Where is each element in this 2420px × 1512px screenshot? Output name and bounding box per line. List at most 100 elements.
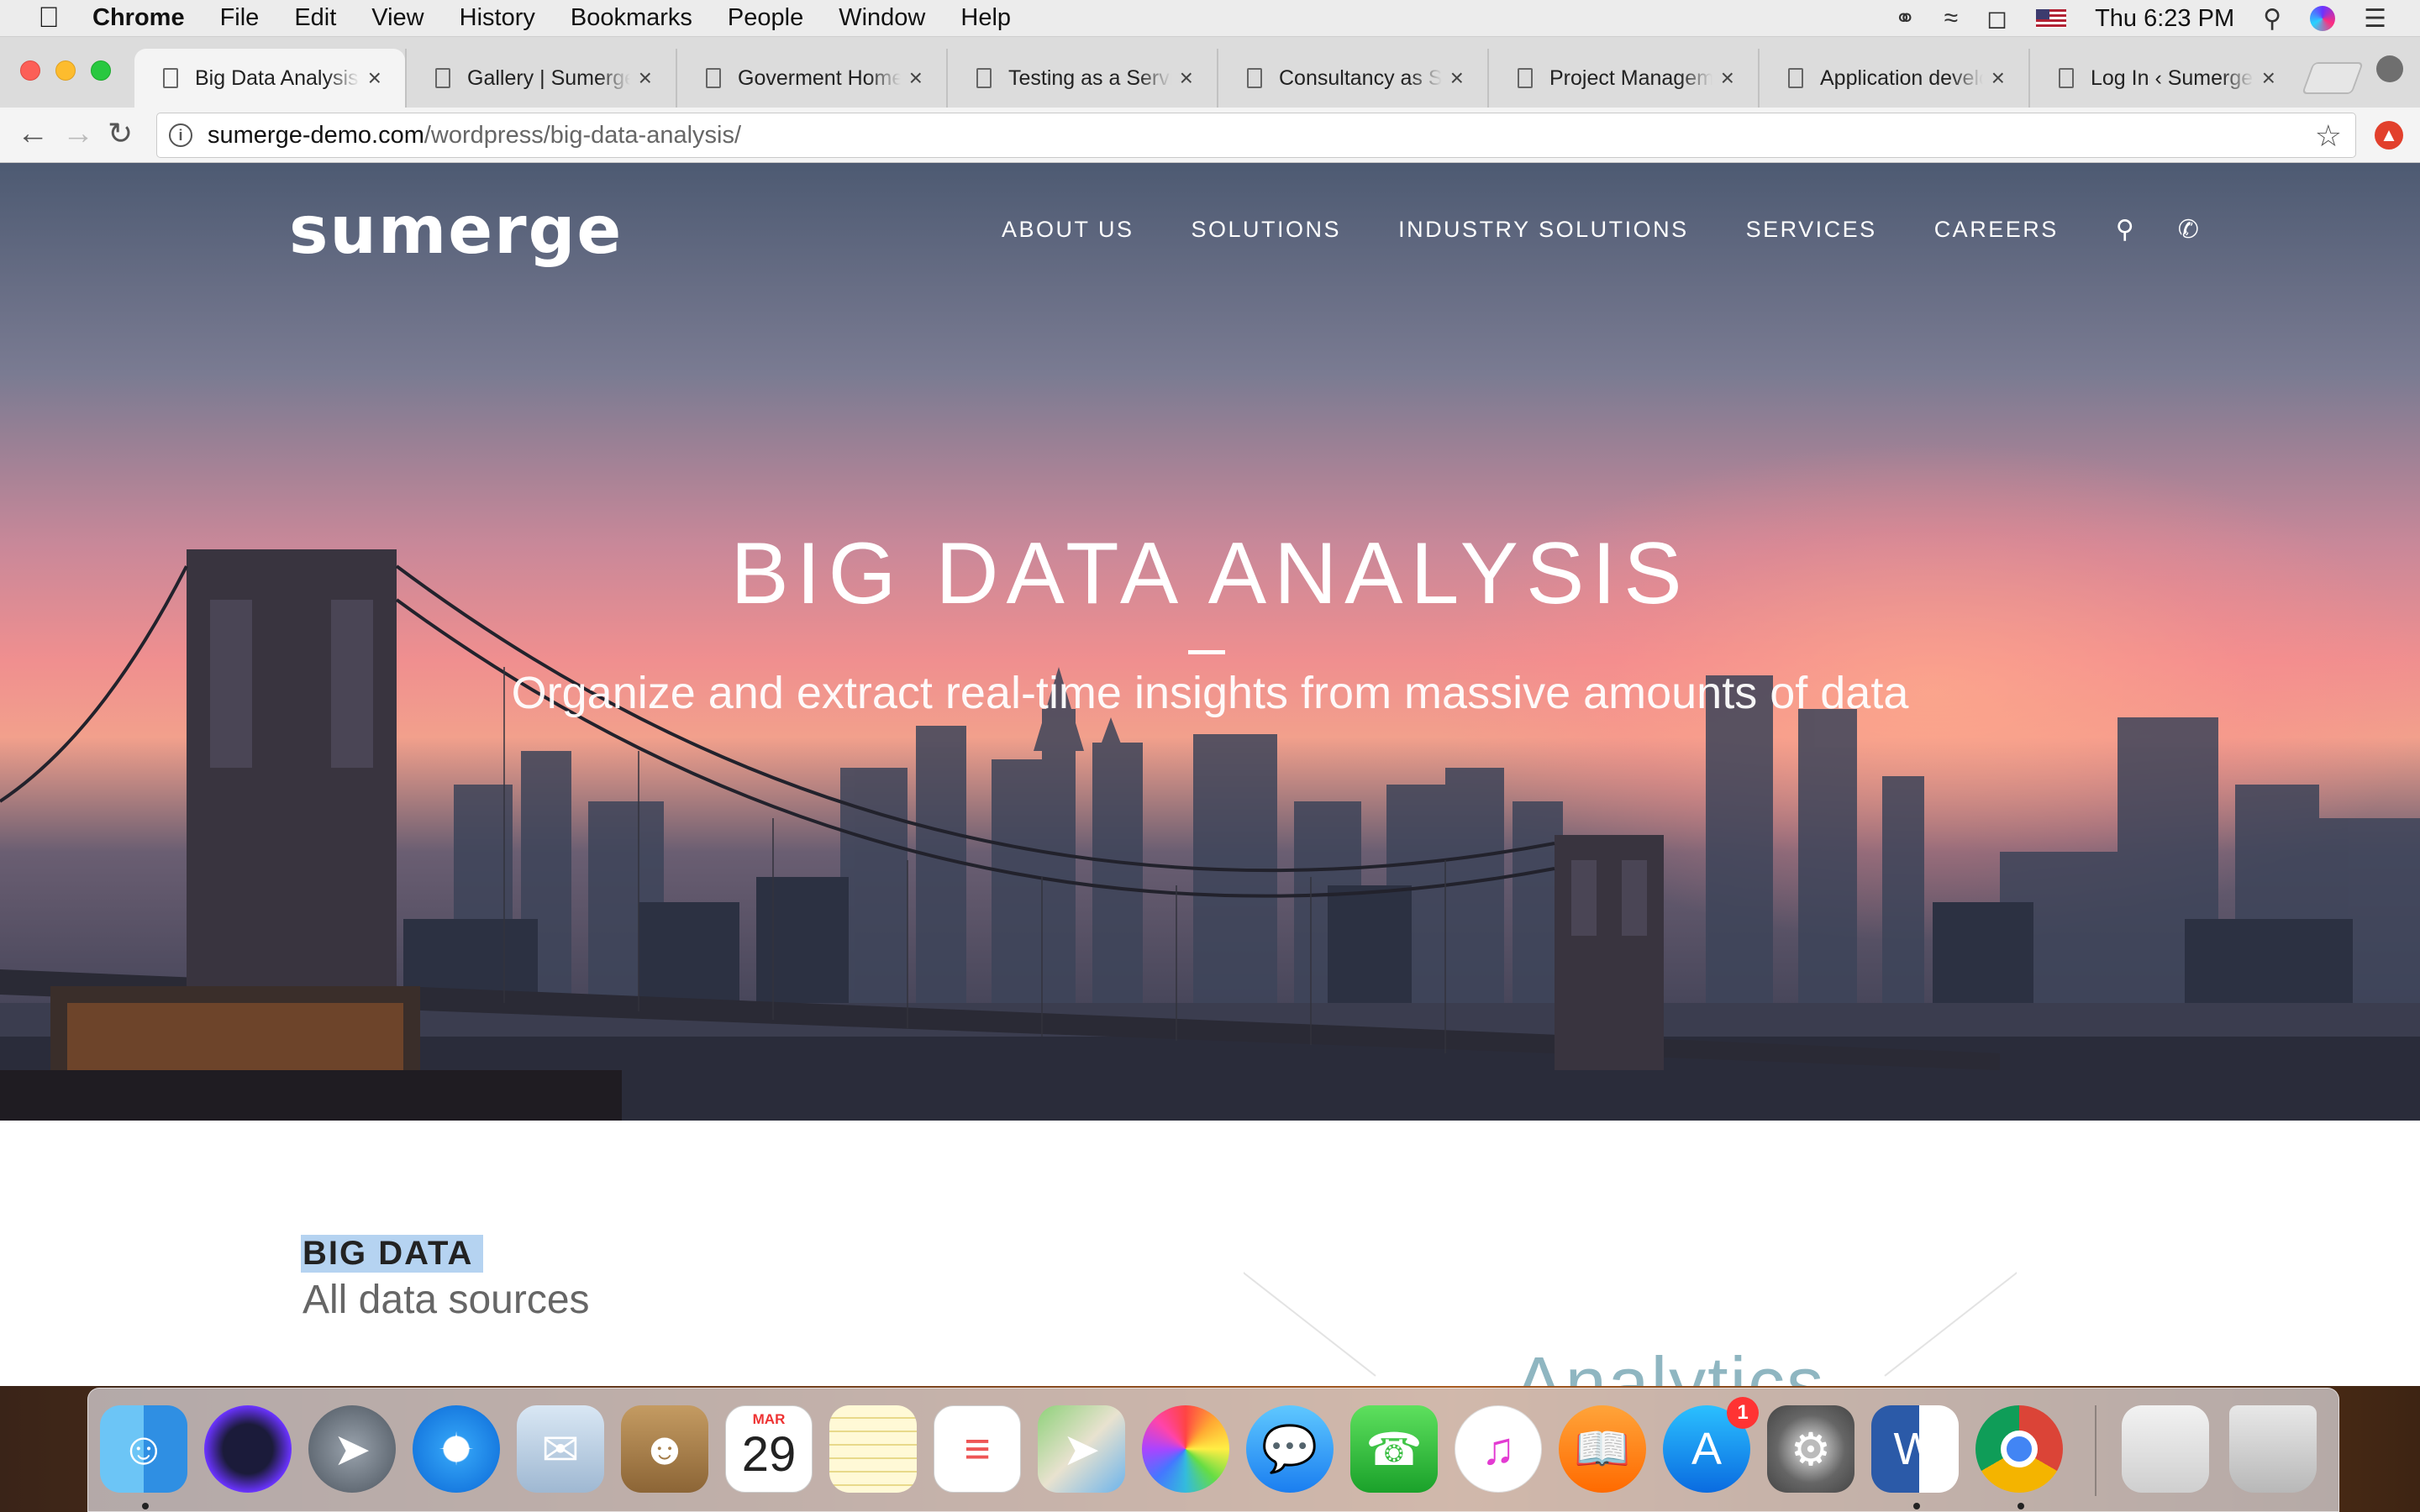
menu-people[interactable]: People xyxy=(728,4,803,32)
nav-careers[interactable]: CAREERS xyxy=(1934,217,2059,243)
zoom-window-button[interactable] xyxy=(91,60,111,81)
page-icon xyxy=(2059,68,2074,88)
clock[interactable]: Thu 6:23 PM xyxy=(2095,5,2234,33)
battery-icon[interactable]: ◻ xyxy=(1986,4,2007,34)
nav-services[interactable]: SERVICES xyxy=(1746,217,1877,243)
menu-file[interactable]: File xyxy=(220,4,260,32)
google-chrome-icon[interactable] xyxy=(1975,1405,2063,1493)
nav-solutions[interactable]: SOLUTIONS xyxy=(1192,217,1342,243)
new-tab-button[interactable] xyxy=(2302,62,2364,94)
page-icon xyxy=(435,68,450,88)
creative-cloud-icon[interactable]: ⚭ xyxy=(1895,4,1916,34)
tab-gallery[interactable]: Gallery | Sumerge × xyxy=(405,49,676,108)
window-controls xyxy=(20,60,111,81)
close-tab-icon[interactable]: × xyxy=(368,65,381,92)
search-icon[interactable]: ⚲ xyxy=(2116,215,2134,244)
page-icon xyxy=(1788,68,1803,88)
safari-icon[interactable]: ✦ xyxy=(413,1405,500,1493)
photos-icon[interactable] xyxy=(1142,1405,1229,1493)
messages-icon[interactable]: 💬 xyxy=(1246,1405,1334,1493)
tab-goverment-home[interactable]: Goverment Home | Sumerge × xyxy=(676,49,946,108)
hero-divider xyxy=(1188,650,1225,654)
launchpad-icon[interactable]: ➤ xyxy=(308,1405,396,1493)
calendar-day: 29 xyxy=(741,1427,797,1482)
mail-icon[interactable]: ✉ xyxy=(517,1405,604,1493)
url-domain: sumerge-demo.com xyxy=(208,121,424,149)
menu-bar:  Chrome File Edit View History Bookmark… xyxy=(0,0,2420,37)
back-arrow-icon[interactable]: ← xyxy=(17,116,49,152)
app-store-badge: 1 xyxy=(1727,1397,1759,1429)
nav-industry-solutions[interactable]: INDUSTRY SOLUTIONS xyxy=(1398,217,1689,243)
hero-subtitle: Organize and extract real-time insights … xyxy=(511,668,1909,718)
system-preferences-icon[interactable]: ⚙ xyxy=(1767,1405,1854,1493)
close-tab-icon[interactable]: × xyxy=(1180,65,1193,92)
close-tab-icon[interactable]: × xyxy=(639,65,652,92)
siri-icon[interactable] xyxy=(2310,6,2336,31)
notification-center-icon[interactable]: ☰ xyxy=(2364,4,2386,34)
profile-avatar-icon[interactable] xyxy=(2376,55,2403,82)
url-path: /wordpress/big-data-analysis/ xyxy=(424,121,742,149)
notes-icon[interactable] xyxy=(829,1405,917,1493)
facetime-icon[interactable]: ☎ xyxy=(1350,1405,1438,1493)
contacts-icon[interactable]: ☻ xyxy=(621,1405,708,1493)
menu-bookmarks[interactable]: Bookmarks xyxy=(571,4,692,32)
close-window-button[interactable] xyxy=(20,60,40,81)
reminders-icon[interactable]: ≡ xyxy=(934,1405,1021,1493)
site-nav: ABOUT US SOLUTIONS INDUSTRY SOLUTIONS SE… xyxy=(1002,215,2243,244)
tab-project-management[interactable]: Project Management | Sumerge × xyxy=(1487,49,1758,108)
wifi-icon[interactable]: ≈ xyxy=(1944,4,1958,33)
calendar-icon[interactable]: MAR 29 xyxy=(725,1405,813,1493)
tab-strip: Big Data Analysis | Sumerge × Gallery | … xyxy=(0,37,2420,108)
close-tab-icon[interactable]: × xyxy=(1721,65,1734,92)
graphic-line xyxy=(1244,1272,1376,1377)
dock-separator xyxy=(2095,1405,2096,1496)
trash-icon[interactable] xyxy=(2229,1405,2317,1493)
apple-menu-icon[interactable]:  xyxy=(32,2,66,34)
close-tab-icon[interactable]: × xyxy=(1991,65,2005,92)
maps-icon[interactable]: ➤ xyxy=(1038,1405,1125,1493)
menu-window[interactable]: Window xyxy=(839,4,925,32)
tab-log-in[interactable]: Log In ‹ Sumerge — WordPress × xyxy=(2028,49,2299,108)
page-icon xyxy=(1247,68,1262,88)
extension-icon[interactable]: ▲ xyxy=(2375,121,2403,150)
calendar-month: MAR xyxy=(752,1411,786,1427)
finder-icon[interactable]: ☺ xyxy=(100,1405,187,1493)
section-subheading: All data sources xyxy=(302,1278,590,1322)
forward-arrow-icon[interactable]: → xyxy=(62,116,94,152)
close-tab-icon[interactable]: × xyxy=(909,65,923,92)
menu-history[interactable]: History xyxy=(460,4,535,32)
page-icon xyxy=(163,68,178,88)
close-tab-icon[interactable]: × xyxy=(1450,65,1464,92)
menu-app-chrome[interactable]: Chrome xyxy=(92,4,185,32)
menu-view[interactable]: View xyxy=(371,4,424,32)
minimize-window-button[interactable] xyxy=(55,60,76,81)
spotlight-search-icon[interactable]: ⚲ xyxy=(2263,4,2281,34)
downloads-stack-icon[interactable] xyxy=(2122,1405,2209,1493)
itunes-icon[interactable]: ♫ xyxy=(1455,1405,1542,1493)
tab-application-development[interactable]: Application development | Sumerge × xyxy=(1758,49,2028,108)
bookmark-star-icon[interactable]: ☆ xyxy=(2315,118,2342,154)
microsoft-word-icon[interactable]: W xyxy=(1871,1405,1959,1493)
tab-title: Gallery | Sumerge xyxy=(467,66,630,90)
brooklyn-bridge-skyline-image xyxy=(0,549,2420,1121)
tab-testing-as-a-service[interactable]: Testing as a Service | Sumerge × xyxy=(946,49,1217,108)
siri-app-icon[interactable] xyxy=(204,1405,292,1493)
menu-help[interactable]: Help xyxy=(960,4,1011,32)
analytics-graphic: Analytics xyxy=(1244,1272,2017,1386)
sumerge-logo[interactable]: sumerge xyxy=(289,193,623,269)
site-info-icon[interactable]: i xyxy=(169,123,192,147)
tab-title: Testing as a Service | Sumerge xyxy=(1008,66,1171,90)
menu-edit[interactable]: Edit xyxy=(294,4,336,32)
nav-about-us[interactable]: ABOUT US xyxy=(1002,217,1134,243)
reload-icon[interactable]: ↻ xyxy=(108,116,133,151)
address-bar[interactable]: i sumerge-demo.com/wordpress/big-data-an… xyxy=(156,113,2356,158)
phone-icon[interactable]: ✆ xyxy=(2178,215,2199,244)
close-tab-icon[interactable]: × xyxy=(2262,65,2275,92)
page-icon xyxy=(976,68,992,88)
running-indicator xyxy=(142,1503,149,1509)
tab-big-data-analysis[interactable]: Big Data Analysis | Sumerge × xyxy=(134,49,405,108)
us-flag-icon[interactable] xyxy=(2036,9,2067,28)
ibooks-icon[interactable]: 📖 xyxy=(1559,1405,1646,1493)
dock: ☺ ➤ ✦ ✉ ☻ MAR 29 ≡ ➤ 💬 ☎ ♫ 📖 A 1 ⚙ W xyxy=(87,1388,2339,1512)
tab-consultancy-as-service[interactable]: Consultancy as Service | Sumerge × xyxy=(1217,49,1487,108)
